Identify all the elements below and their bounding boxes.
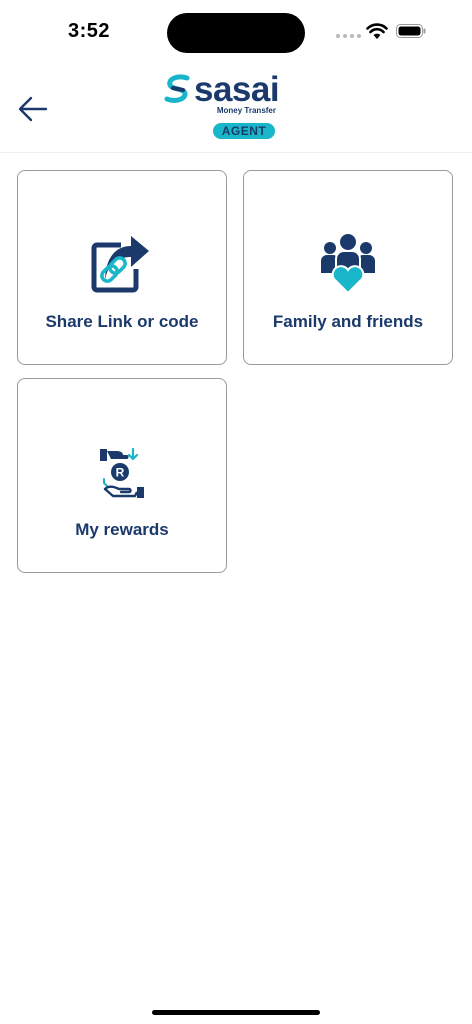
cellular-signal-icon [336,34,361,38]
my-rewards-label: My rewards [75,520,169,539]
svg-text:R: R [116,466,125,480]
my-rewards-tile[interactable]: R My rewards [17,378,227,573]
back-arrow-icon[interactable] [16,92,50,126]
brand-name: sasai [194,70,280,109]
agent-badge: AGENT [213,123,275,139]
family-friends-label: Family and friends [272,312,424,331]
rewards-icon: R [100,447,144,498]
sasai-logo: sasai Money Transfer AGENT [160,70,300,150]
family-heart-icon [321,234,375,295]
share-link-tile[interactable]: Share Link or code [17,170,227,365]
home-indicator[interactable] [152,1010,320,1015]
status-time: 3:52 [68,20,111,42]
app-header: sasai Money Transfer AGENT [0,60,472,153]
brand-subtitle: Money Transfer [216,106,276,115]
dynamic-island [167,13,305,53]
share-link-icon [91,236,149,293]
battery-icon [396,24,426,38]
status-bar: 3:52 [0,0,472,60]
share-link-label: Share Link or code [45,312,199,331]
wifi-icon [366,23,388,39]
sasai-logo-mark-icon [164,74,190,103]
family-friends-tile[interactable]: Family and friends [243,170,453,365]
